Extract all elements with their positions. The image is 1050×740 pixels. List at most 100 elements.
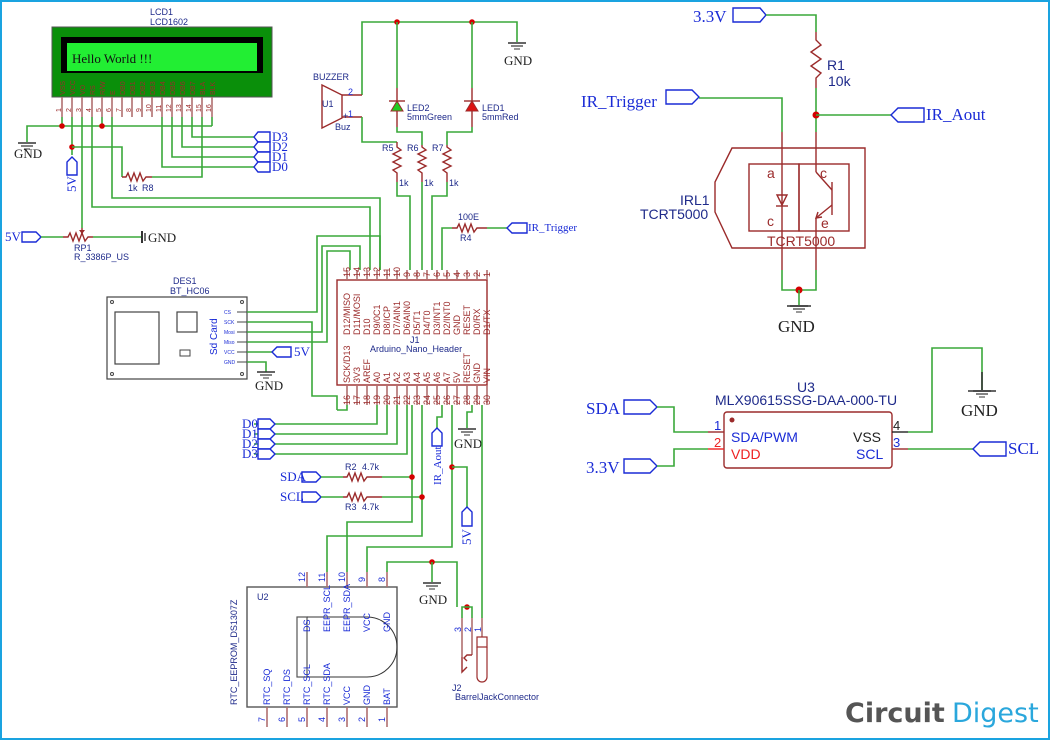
mlx-part: MLX90615SSG-DAA-000-TU [715, 392, 897, 408]
jack-part: BarrelJackConnector [455, 692, 539, 702]
gnd-label: GND [778, 317, 815, 336]
nano-bottom-pin-label: GND [472, 363, 482, 384]
buzzer-part: Buz [335, 122, 351, 132]
led2-part: 5mmGreen [407, 112, 452, 122]
nano-top-pin-number: 7 [422, 272, 432, 277]
nano-bottom-pin-label: AREF [362, 358, 372, 383]
lcd-pin-label: DB1 [130, 81, 137, 95]
jack-pin1: 1 [473, 627, 483, 632]
nano-top-pin-number: 4 [452, 272, 462, 277]
bt-pin-label: VCC [224, 350, 235, 356]
rtc-top-pin-number: 10 [337, 572, 347, 582]
buzzer-led-section: GND BUZZER U1 Buz 2 1 + LED2 5mmGreen LE… [313, 19, 577, 270]
nano-top-pin-number: 12 [372, 267, 382, 277]
lcd-pin-label: E [110, 90, 117, 95]
r8-ref: R8 [142, 183, 154, 193]
bt-part: BT_HC06 [170, 286, 210, 296]
net-5v: 5V [294, 344, 311, 359]
lcd-pin-number: 9 [136, 108, 143, 112]
rtc-ref: U2 [257, 592, 269, 602]
lcd-pin-number: 11 [156, 105, 163, 112]
lcd-pin-label: DB7 [190, 81, 197, 95]
logo-digest: Digest [952, 698, 1039, 729]
nano-top-pin-number: 6 [432, 272, 442, 277]
nano-top-pin-number: 8 [412, 272, 422, 277]
mlx-pin4-num: 4 [893, 418, 900, 433]
nano-bottom-pin-label: A4 [412, 372, 422, 383]
mlx-pin2-name: VDD [731, 446, 761, 462]
rtc-top-pin-label: VCC [362, 612, 372, 632]
r5-ref: R5 [382, 143, 394, 153]
r7-ref: R7 [432, 143, 444, 153]
gnd-label: GND [961, 401, 998, 420]
bt-pin-label: SCK [224, 320, 235, 326]
nano-bottom-pin-number: 23 [412, 395, 422, 405]
nano-top-pin-label: RESET [462, 304, 472, 335]
nano-bottom-pin-number: 19 [372, 395, 382, 405]
net-scl: SCL [280, 489, 304, 504]
nano-bottom-pin-label: A2 [392, 372, 402, 383]
nano-top-pin-number: 13 [362, 267, 372, 277]
lcd-pin-label: DB2 [140, 81, 147, 95]
lcd-pin-label: DB5 [170, 81, 177, 95]
rtc-top-pin-label: EEPR_SDA [342, 584, 352, 632]
nano-bottom-pin-label: A1 [382, 372, 392, 383]
lcd-pin-number: 1 [56, 108, 63, 112]
ir-cathode-label: c [767, 213, 774, 229]
pot-part: R_3386P_US [74, 252, 129, 262]
net-3v3: 3.3V [586, 458, 620, 477]
nano-bottom-wiring: D0 D1 D2 D3 SDA R2 4.7k SCL R3 4.7k IR_A… [242, 405, 483, 618]
net-ir-aout: IR_Aout [432, 447, 444, 486]
r8-value: 1k [128, 183, 138, 193]
nano-top-pin-number: 3 [462, 272, 472, 277]
net-sda: SDA [586, 399, 621, 418]
ir-emitter-label: e [821, 215, 829, 231]
net-sda: SDA [280, 469, 307, 484]
led1-part: 5mmRed [482, 112, 519, 122]
gnd-label: GND [148, 230, 176, 245]
buzzer-label: BUZZER [313, 72, 350, 82]
lcd-data-ports: D3 D2 D1 D0 [253, 129, 288, 174]
nano-bottom-pin-number: 17 [352, 395, 362, 405]
nano-top-pin-label: D7/AIN1 [392, 301, 402, 335]
rtc-top-pin-number: 8 [377, 577, 387, 582]
rtc-bottom-pin-number: 5 [297, 717, 307, 722]
nano-bottom-pin-label: 3V3 [352, 367, 362, 383]
rtc-bottom-pin-number: 1 [377, 717, 387, 722]
net-d3: D3 [242, 446, 258, 461]
lcd-pin-number: 8 [126, 108, 133, 112]
net-scl: SCL [1008, 439, 1039, 458]
r4-ref: R4 [460, 233, 472, 243]
net-ir-trigger: IR_Trigger [528, 222, 577, 234]
nano-top-pin-label: D6/AIN0 [402, 301, 412, 335]
nano-top-pin-number: 10 [392, 267, 402, 277]
r2-value: 4.7k [362, 462, 380, 472]
r6-value: 1k [424, 178, 434, 188]
r3-ref: R3 [345, 502, 357, 512]
r2-ref: R2 [345, 462, 357, 472]
lcd-pin-label: DB4 [160, 81, 167, 95]
rtc-bottom-pin-label: RTC_SDA [322, 663, 332, 705]
lcd-pin-number: 15 [196, 104, 203, 112]
mlx-pin2-num: 2 [714, 435, 721, 450]
lcd-pin-number: 13 [176, 104, 183, 112]
nano-top-pin-label: D0/RX [472, 308, 482, 335]
rtc-bottom-pin-number: 3 [337, 717, 347, 722]
lcd-pin-label: BLA [200, 81, 207, 95]
ir-sensor-section: 3.3V R1 10k IR_Aout IR_Trigger a c c e T… [581, 7, 986, 336]
jack-pin3: 3 [453, 627, 463, 632]
r7-value: 1k [449, 178, 459, 188]
nano-part: Arduino_Nano_Header [370, 344, 462, 354]
lcd-pin-number: 5 [96, 108, 103, 112]
lcd-pin-number: 6 [106, 108, 113, 112]
lcd-pin-number: 4 [86, 108, 93, 112]
r6-ref: R6 [407, 143, 419, 153]
barrel-jack: 3 2 1 J2 BarrelJackConnector [452, 606, 539, 702]
rtc-top-pin-label: GND [382, 612, 392, 633]
nano-top-pin-label: D9/0C1 [372, 304, 382, 335]
nano-bottom-pin-label: A7 [442, 372, 452, 383]
bt-pin-label: Mosi [224, 330, 235, 336]
lcd-pin-label: VCC [70, 80, 77, 95]
rtc-bottom-pin-label: GND [362, 685, 372, 706]
mlx90615-sensor: U3 MLX90615SSG-DAA-000-TU SDA 1 SDA/PWM … [586, 347, 1039, 477]
